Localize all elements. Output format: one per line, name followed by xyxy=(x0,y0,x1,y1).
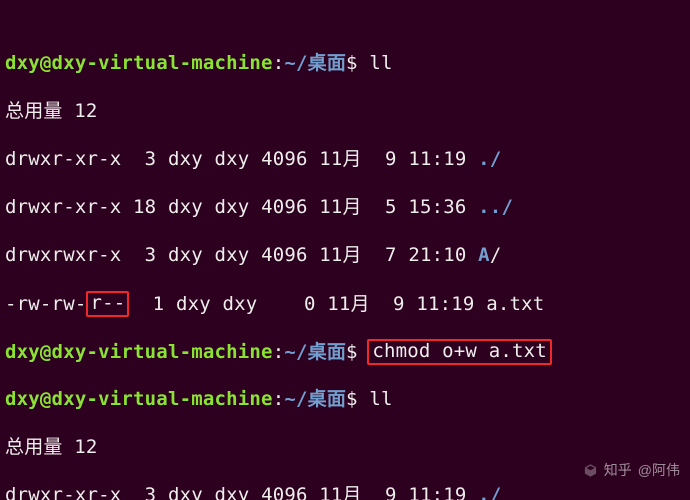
prompt-line: dxy@dxy-virtual-machine:~/桌面$ ll xyxy=(5,51,685,75)
terminal[interactable]: dxy@dxy-virtual-machine:~/桌面$ ll 总用量 12 … xyxy=(0,0,690,500)
ls-row: drwxr-xr-x 18 dxy dxy 4096 11月 5 15:36 .… xyxy=(5,195,685,219)
ls-row: drwxrwxr-x 3 dxy dxy 4096 11月 7 21:10 A/ xyxy=(5,243,685,267)
watermark: 知乎 @阿伟 xyxy=(583,458,680,482)
prompt-user: dxy@dxy-virtual-machine xyxy=(5,52,273,74)
prompt-line: dxy@dxy-virtual-machine:~/桌面$ ll xyxy=(5,387,685,411)
cmd-ll: ll xyxy=(369,52,392,74)
watermark-author: @阿伟 xyxy=(638,458,680,482)
ls-row: drwxr-xr-x 3 dxy dxy 4096 11月 9 11:19 ./ xyxy=(5,147,685,171)
total-line: 总用量 12 xyxy=(5,435,685,459)
prompt-path: ~/桌面 xyxy=(284,52,346,74)
zhihu-icon xyxy=(583,463,598,478)
ls-row: -rw-rw-r-- 1 dxy dxy 0 11月 9 11:19 a.txt xyxy=(5,291,685,315)
ls-row: drwxr-xr-x 3 dxy dxy 4096 11月 9 11:19 ./ xyxy=(5,483,685,500)
perm-highlight: r-- xyxy=(86,291,129,317)
cmd-ll: ll xyxy=(369,388,392,410)
cmd-chmod: chmod o+w a.txt xyxy=(367,339,552,365)
prompt-line: dxy@dxy-virtual-machine:~/桌面$ chmod o+w … xyxy=(5,339,685,363)
total-line: 总用量 12 xyxy=(5,99,685,123)
dir-A: A xyxy=(478,244,490,266)
watermark-site: 知乎 xyxy=(604,458,632,482)
